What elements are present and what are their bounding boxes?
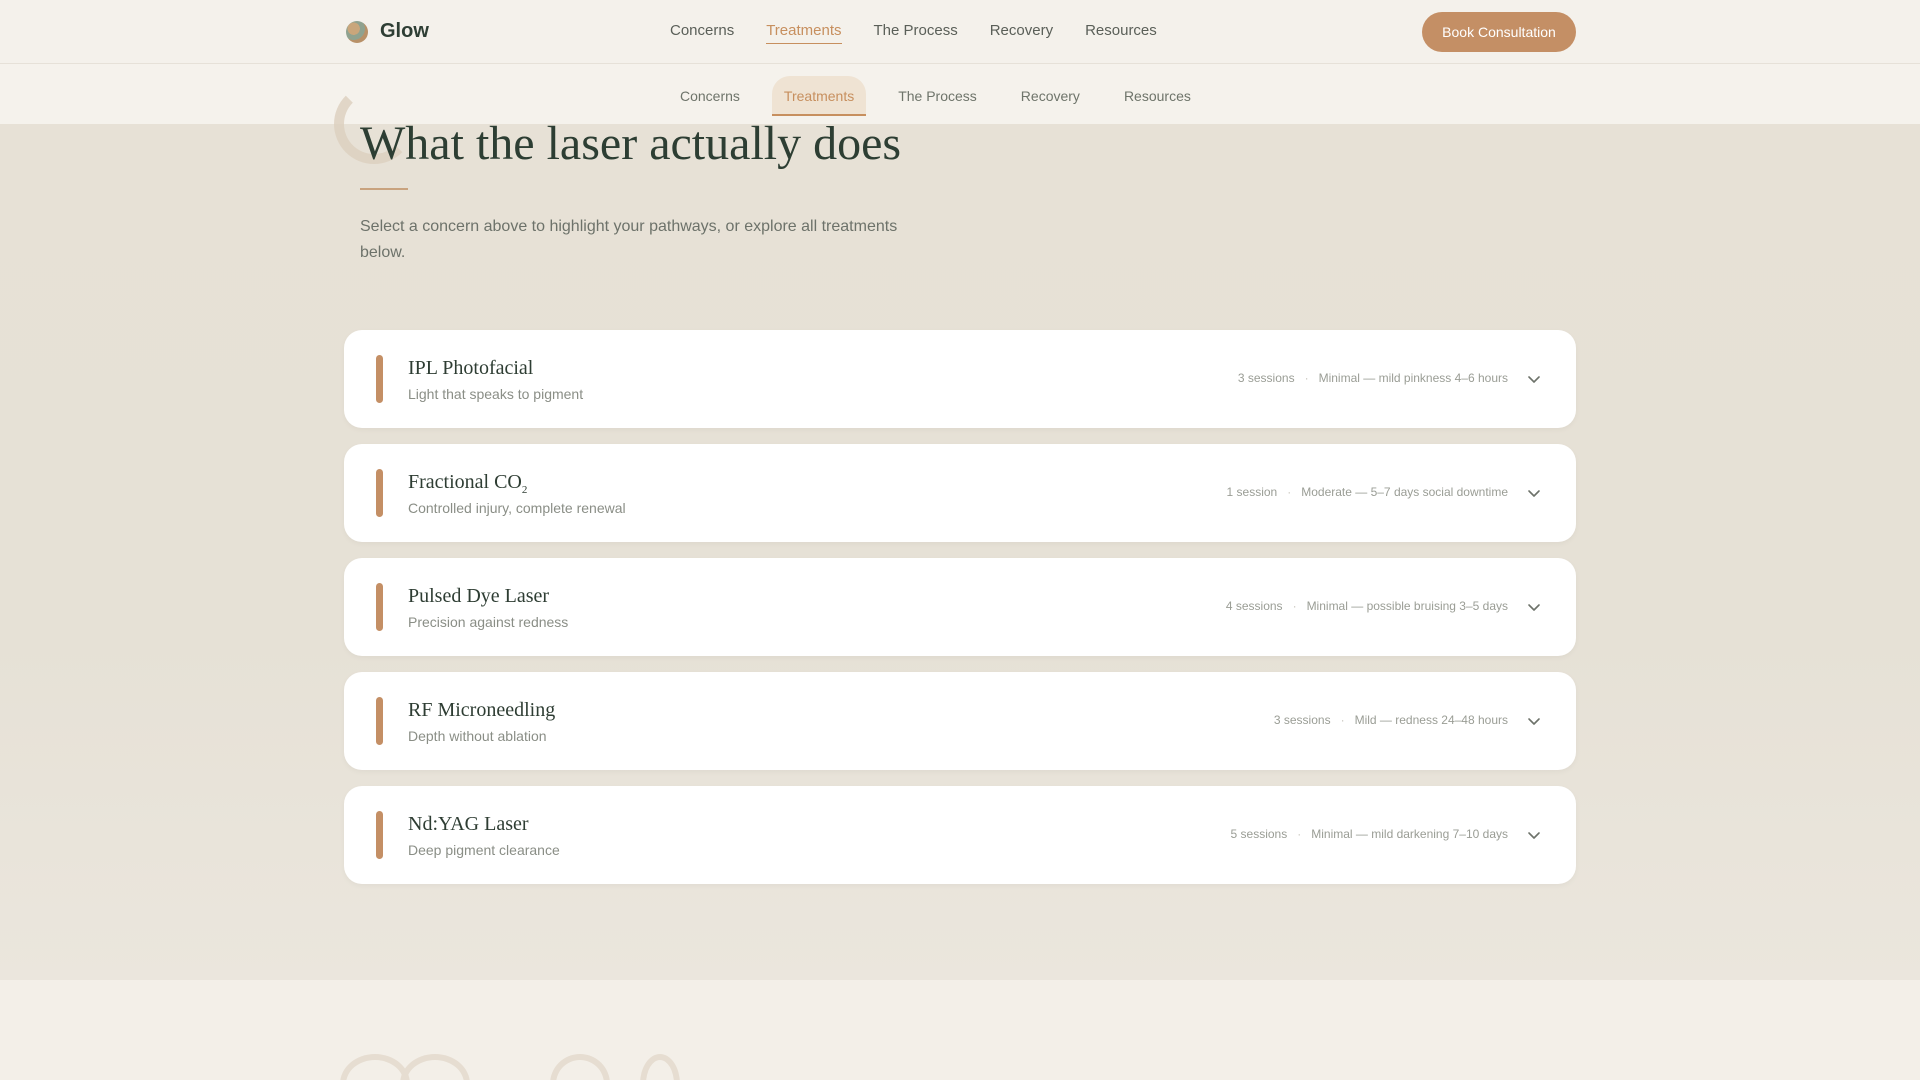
decorative-shape: [400, 1054, 470, 1080]
treatment-card-ipl-photofacial[interactable]: IPL Photofacial Light that speaks to pig…: [344, 330, 1576, 428]
nav-item-treatments[interactable]: Treatments: [766, 22, 842, 44]
chevron-down-icon[interactable]: [1526, 485, 1542, 501]
treatment-subtitle: Deep pigment clearance: [408, 842, 560, 858]
brand-name: Glow: [380, 20, 429, 42]
treatment-title: Nd:YAG Laser: [408, 813, 529, 835]
brand[interactable]: Glow: [346, 20, 429, 43]
section-title: What the laser actually does: [360, 117, 902, 170]
sessions-count: 3 sessions: [1273, 713, 1331, 727]
downtime: Minimal — mild pinkness 4–6 hours: [1318, 371, 1508, 385]
section-lead: Select a concern above to highlight your…: [360, 218, 898, 261]
nav-item-recovery[interactable]: Recovery: [990, 22, 1053, 44]
treatment-card-fractional-co2[interactable]: Fractional CO2 Controlled injury, comple…: [344, 444, 1576, 542]
subnav-item-concerns[interactable]: Concerns: [668, 76, 752, 116]
treatment-meta: 1 session · Moderate — 5–7 days social d…: [1227, 485, 1508, 499]
treatment-card-nd-yag-laser[interactable]: Nd:YAG Laser Deep pigment clearance 5 se…: [344, 786, 1576, 884]
treatment-title: Pulsed Dye Laser: [408, 585, 550, 607]
title-divider: [360, 188, 408, 190]
accent-bar: [376, 355, 383, 403]
treatment-title: Fractional CO2: [408, 471, 528, 496]
downtime: Moderate — 5–7 days social downtime: [1301, 485, 1508, 499]
subnav-item-resources[interactable]: Resources: [1112, 76, 1203, 116]
decorative-shape: [550, 1054, 610, 1080]
downtime: Minimal — mild darkening 7–10 days: [1311, 827, 1508, 841]
accent-bar: [376, 811, 383, 859]
chevron-down-icon[interactable]: [1526, 713, 1542, 729]
downtime: Mild — redness 24–48 hours: [1354, 713, 1508, 727]
subnav-item-treatments[interactable]: Treatments: [771, 76, 867, 116]
treatment-subtitle: Light that speaks to pigment: [408, 386, 584, 402]
treatment-meta: 5 sessions · Minimal — mild darkening 7–…: [1231, 827, 1508, 841]
nav-item-the-process[interactable]: The Process: [874, 22, 958, 44]
treatment-meta: 3 sessions · Mild — redness 24–48 hours: [1274, 713, 1508, 727]
meta-separator: ·: [1304, 371, 1309, 385]
sub-nav: Concerns Treatments The Process Recovery…: [668, 76, 1223, 116]
main-nav: Concerns Treatments The Process Recovery…: [670, 22, 1189, 44]
sessions-count: 1 session: [1226, 485, 1278, 499]
next-section: [0, 980, 1920, 1080]
sessions-count: 5 sessions: [1230, 827, 1288, 841]
nav-item-resources[interactable]: Resources: [1085, 22, 1157, 44]
decorative-shape: [640, 1054, 680, 1080]
subnav-item-recovery[interactable]: Recovery: [1009, 76, 1092, 116]
accent-bar: [376, 469, 383, 517]
treatment-title: IPL Photofacial: [408, 357, 534, 379]
accent-bar: [376, 697, 383, 745]
meta-separator: ·: [1287, 485, 1292, 499]
chevron-down-icon[interactable]: [1526, 371, 1542, 387]
top-header: Glow Concerns Treatments The Process Rec…: [0, 0, 1920, 64]
downtime: Minimal — possible bruising 3–5 days: [1306, 599, 1508, 613]
meta-separator: ·: [1292, 599, 1297, 613]
chevron-down-icon[interactable]: [1526, 827, 1542, 843]
treatment-subtitle: Precision against redness: [408, 614, 569, 630]
treatment-subtitle: Depth without ablation: [408, 728, 547, 744]
glow-logo-icon: [346, 20, 368, 43]
sub-nav-bar: Concerns Treatments The Process Recovery…: [0, 64, 1920, 124]
treatment-meta: 3 sessions · Minimal — mild pinkness 4–6…: [1238, 371, 1508, 385]
nav-item-concerns[interactable]: Concerns: [670, 22, 734, 44]
decorative-shape: [340, 1054, 410, 1080]
meta-separator: ·: [1297, 827, 1302, 841]
sessions-count: 3 sessions: [1237, 371, 1295, 385]
treatment-subtitle: Controlled injury, complete renewal: [408, 500, 626, 516]
chevron-down-icon[interactable]: [1526, 599, 1542, 615]
treatment-card-rf-microneedling[interactable]: RF Microneedling Depth without ablation …: [344, 672, 1576, 770]
book-consultation-button[interactable]: Book Consultation: [1422, 12, 1576, 52]
meta-separator: ·: [1340, 713, 1345, 727]
treatment-meta: 4 sessions · Minimal — possible bruising…: [1226, 599, 1508, 613]
treatments-section: What the laser actually does Select a co…: [0, 84, 1920, 980]
treatment-card-pulsed-dye-laser[interactable]: Pulsed Dye Laser Precision against redne…: [344, 558, 1576, 656]
subnav-item-the-process[interactable]: The Process: [886, 76, 989, 116]
sessions-count: 4 sessions: [1225, 599, 1283, 613]
treatment-list: IPL Photofacial Light that speaks to pig…: [344, 330, 1576, 900]
accent-bar: [376, 583, 383, 631]
treatment-title: RF Microneedling: [408, 699, 556, 721]
